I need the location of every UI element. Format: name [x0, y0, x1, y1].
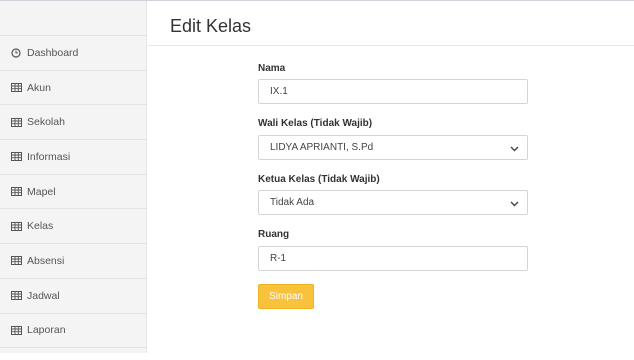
- sidebar-item-dashboard[interactable]: Dashboard: [0, 36, 146, 71]
- sidebar-item-mapel[interactable]: Mapel: [0, 175, 146, 210]
- sidebar-item-label: Laporan: [27, 324, 66, 337]
- table-icon: [10, 221, 22, 231]
- sidebar-item-kelas[interactable]: Kelas: [0, 209, 146, 245]
- wali-kelas-value: LIDYA APRIANTI, S.Pd: [270, 142, 374, 153]
- sidebar-item-label: Informasi: [27, 150, 71, 163]
- sidebar-item-akun[interactable]: Akun: [0, 71, 146, 106]
- ruang-input[interactable]: R-1: [258, 246, 528, 271]
- table-icon: [10, 117, 22, 127]
- sidebar-item-sekolah[interactable]: Sekolah: [0, 105, 146, 141]
- sidebar-item-label: Kelas: [27, 220, 54, 233]
- wali-kelas-select[interactable]: LIDYA APRIANTI, S.Pd: [258, 135, 528, 160]
- simpan-button[interactable]: Simpan: [258, 284, 314, 309]
- ruang-label: Ruang: [258, 229, 290, 240]
- ketua-kelas-select[interactable]: Tidak Ada: [258, 190, 528, 215]
- clock-icon: [10, 48, 22, 58]
- sidebar-item-label: Dashboard: [27, 46, 79, 59]
- table-icon: [10, 256, 22, 266]
- sidebar-item-jadwal[interactable]: Jadwal: [0, 279, 146, 314]
- table-icon: [10, 291, 22, 301]
- table-icon: [10, 187, 22, 197]
- sidebar-item-label: Jadwal: [27, 289, 60, 302]
- sidebar-item-label: Absensi: [27, 254, 65, 267]
- chevron-down-icon: [510, 199, 519, 210]
- ruang-value: R-1: [270, 253, 287, 264]
- header-divider: [148, 45, 634, 46]
- sidebar-item-label: Akun: [27, 81, 51, 94]
- table-icon: [10, 152, 22, 162]
- sidebar-item-label: Mapel: [27, 185, 56, 198]
- sidebar-item-informasi[interactable]: Informasi: [0, 140, 146, 175]
- sidebar-item-label: Sekolah: [27, 116, 65, 129]
- ketua-kelas-value: Tidak Ada: [270, 197, 315, 208]
- wali-kelas-label: Wali Kelas (Tidak Wajib): [258, 118, 373, 129]
- page-title: Edit Kelas: [170, 16, 252, 36]
- table-icon: [10, 83, 22, 93]
- nama-value: IX.1: [270, 86, 288, 97]
- sidebar-item-absensi[interactable]: Absensi: [0, 244, 146, 279]
- sidebar-item-laporan[interactable]: Laporan: [0, 314, 146, 349]
- table-icon: [10, 325, 22, 335]
- nama-label: Nama: [258, 63, 286, 74]
- chevron-down-icon: [510, 144, 519, 155]
- ketua-kelas-label: Ketua Kelas (Tidak Wajib): [258, 174, 380, 185]
- nama-input[interactable]: IX.1: [258, 79, 528, 104]
- sidebar-header: [0, 1, 146, 36]
- sidebar: Dashboard Akun Sekolah Informasi Mapel K…: [0, 1, 147, 353]
